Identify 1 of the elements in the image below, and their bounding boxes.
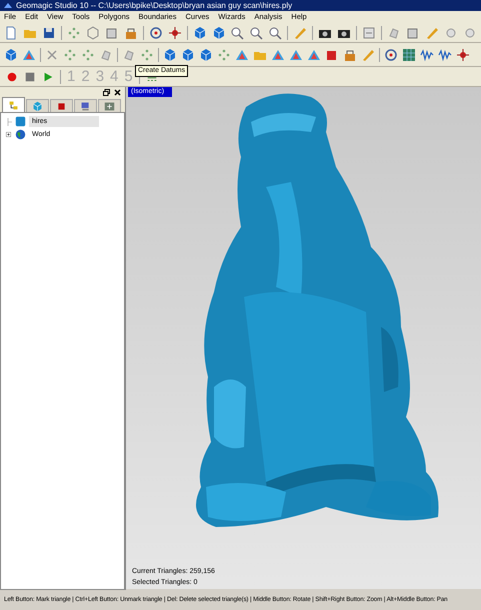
window-title: Geomagic Studio 10 -- C:\Users\bpike\Desktop\bryan asian guy scan\hires.ply xyxy=(16,2,292,10)
